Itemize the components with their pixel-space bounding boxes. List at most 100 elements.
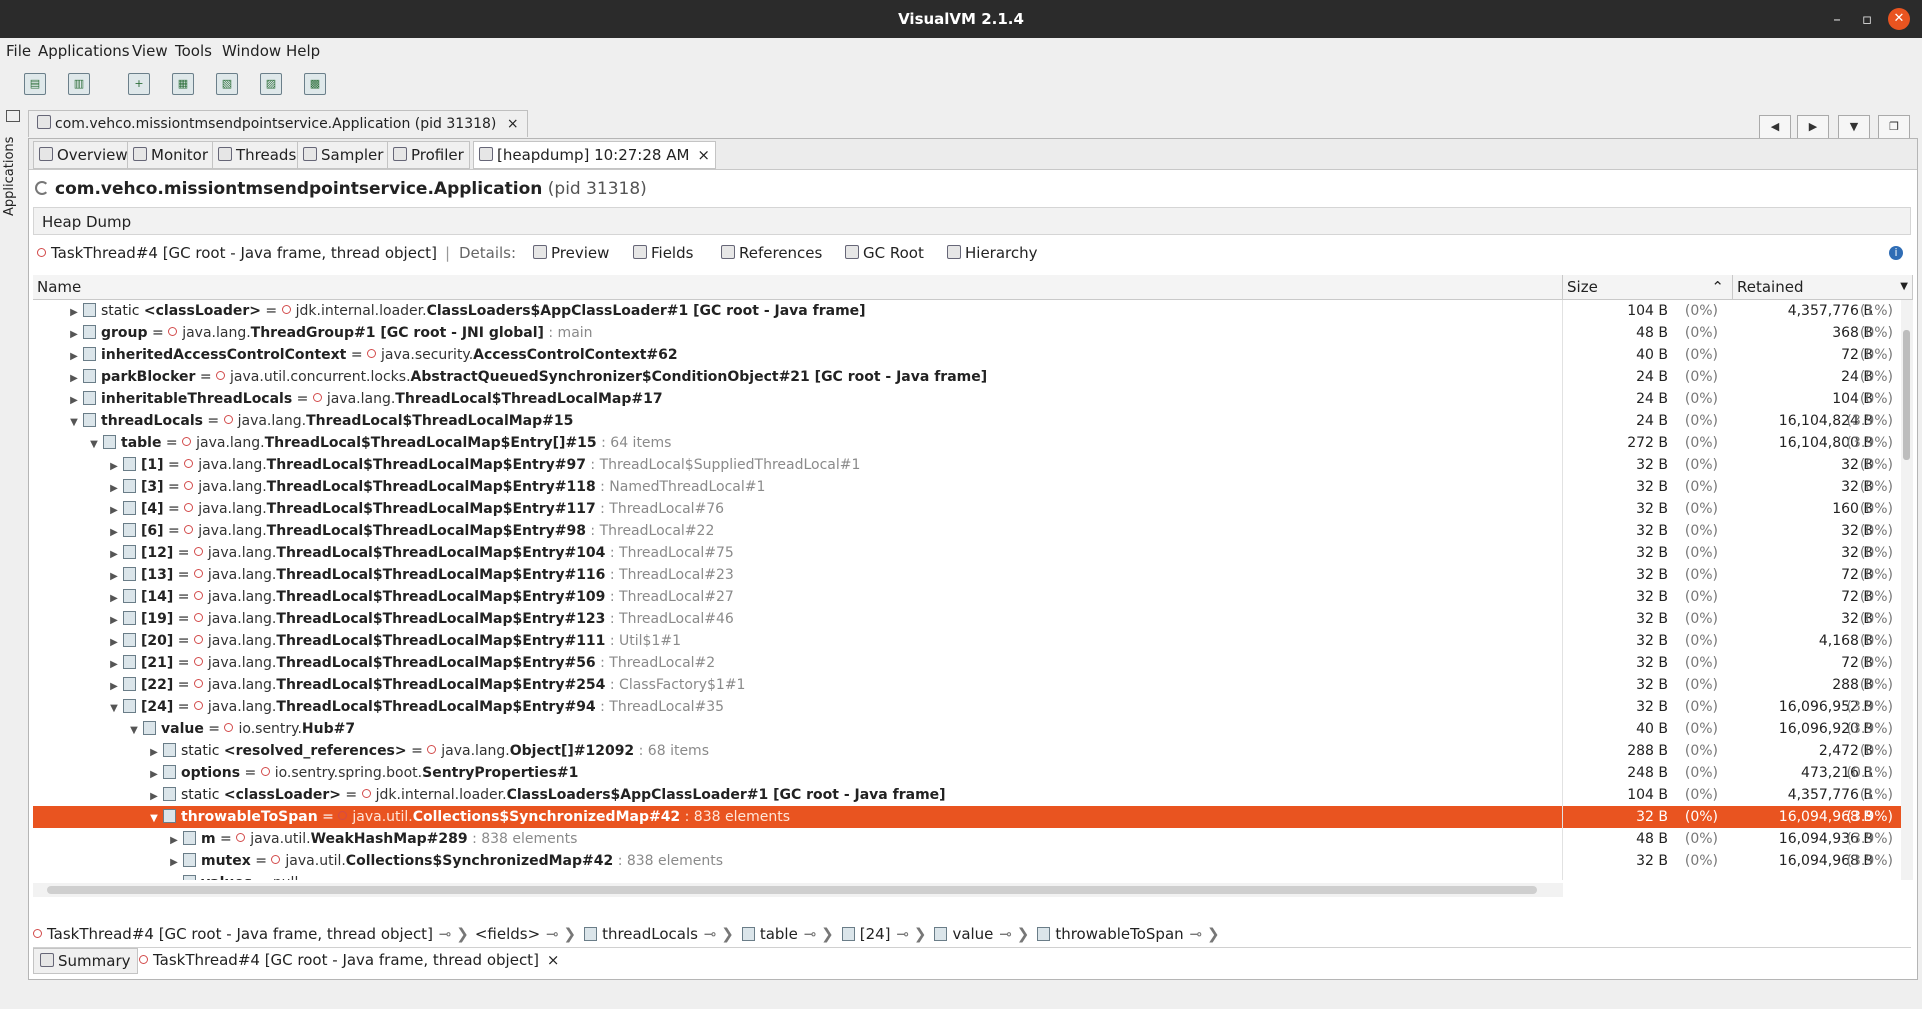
table-row[interactable]: ▶static <classLoader> = jdk.internal.loa… [33,784,1903,806]
table-row[interactable]: values = null-- [33,872,1903,880]
table-row[interactable]: ▼[24] = java.lang.ThreadLocal$ThreadLoca… [33,696,1903,718]
expand-toggle-icon[interactable]: ▼ [107,698,121,718]
expand-toggle-icon[interactable]: ▶ [107,588,121,608]
expand-toggle-icon[interactable]: ▶ [107,456,121,476]
menu-view[interactable]: View [132,42,168,60]
menu-window[interactable]: Window [222,42,281,60]
document-tab[interactable]: com.vehco.missiontmsendpointservice.Appl… [28,110,528,137]
breadcrumb-item[interactable]: value [932,923,993,945]
breadcrumb-item[interactable]: <fields> [475,923,540,945]
gc-root-button[interactable]: GC Root [845,239,924,267]
expand-toggle-icon[interactable]: ▶ [67,324,81,344]
restore-window-icon[interactable]: ❐ [1878,115,1910,139]
save-icon[interactable]: ▥ [68,73,90,95]
references-button[interactable]: References [721,239,822,267]
table-row[interactable]: ▶[12] = java.lang.ThreadLocal$ThreadLoca… [33,542,1903,564]
breadcrumb-item[interactable]: [24] [840,923,891,945]
breadcrumb-item[interactable]: table [740,923,798,945]
menu-tools[interactable]: Tools [175,42,212,60]
table-row[interactable]: ▶[6] = java.lang.ThreadLocal$ThreadLocal… [33,520,1903,542]
table-row[interactable]: ▶mutex = java.util.Collections$Synchroni… [33,850,1903,872]
expand-toggle-icon[interactable]: ▶ [147,786,161,806]
tab-monitor[interactable]: Monitor [127,141,214,169]
thread-dump-icon[interactable]: ▧ [216,73,238,95]
expand-toggle-icon[interactable]: ▶ [67,368,81,388]
tab-threads[interactable]: Threads [212,141,302,169]
table-row[interactable]: ▶static <resolved_references> = java.lan… [33,740,1903,762]
scroll-right-icon[interactable]: ▶ [1797,115,1829,139]
breadcrumb-item[interactable]: throwableToSpan [1035,923,1183,945]
table-row[interactable]: ▶[14] = java.lang.ThreadLocal$ThreadLoca… [33,586,1903,608]
table-row[interactable]: ▶[21] = java.lang.ThreadLocal$ThreadLoca… [33,652,1903,674]
table-row[interactable]: ▼throwableToSpan = java.util.Collections… [33,806,1903,828]
tab-overview[interactable]: Overview [33,141,134,169]
expand-toggle-icon[interactable]: ▶ [107,610,121,630]
expand-toggle-icon[interactable]: ▶ [107,522,121,542]
close-object-tab-icon[interactable]: × [547,951,560,969]
add-jmx-icon[interactable]: + [128,73,150,95]
open-icon[interactable]: ▤ [24,73,46,95]
expand-toggle-icon[interactable]: ▶ [67,390,81,410]
horizontal-scroll-thumb[interactable] [47,886,1537,894]
table-row[interactable]: ▶static <classLoader> = jdk.internal.loa… [33,300,1903,322]
expand-toggle-icon[interactable]: ▶ [107,544,121,564]
preview-button[interactable]: Preview [533,239,609,267]
table-row[interactable]: ▶[19] = java.lang.ThreadLocal$ThreadLoca… [33,608,1903,630]
table-row[interactable]: ▶[4] = java.lang.ThreadLocal$ThreadLocal… [33,498,1903,520]
core-dump-icon[interactable]: ▩ [304,73,326,95]
column-retained[interactable]: Retained▼ [1733,275,1913,299]
column-name[interactable]: Name [33,275,1563,299]
table-row[interactable]: ▶[20] = java.lang.ThreadLocal$ThreadLoca… [33,630,1903,652]
expand-toggle-icon[interactable]: ▶ [107,478,121,498]
scroll-left-icon[interactable]: ◀ [1759,115,1791,139]
expand-toggle-icon[interactable]: ▶ [107,676,121,696]
horizontal-scrollbar[interactable] [33,883,1563,897]
tab-heapdump[interactable]: [heapdump] 10:27:28 AM× [473,141,716,169]
column-menu-icon[interactable]: ▼ [1900,275,1908,299]
menu-file[interactable]: File [6,42,31,60]
expand-toggle-icon[interactable]: ▶ [167,852,181,872]
info-icon[interactable]: i [1889,246,1903,260]
tab-profiler[interactable]: Profiler [387,141,470,169]
expand-toggle-icon[interactable]: ▼ [67,412,81,432]
table-row[interactable]: ▼table = java.lang.ThreadLocal$ThreadLoc… [33,432,1903,454]
table-row[interactable]: ▶parkBlocker = java.util.concurrent.lock… [33,366,1903,388]
menu-applications[interactable]: Applications [38,42,130,60]
close-icon[interactable]: ✕ [1888,8,1910,30]
object-tab[interactable]: TaskThread#4 [GC root - Java frame, thre… [133,948,566,972]
maximize-icon[interactable]: ▫ [1856,8,1878,30]
expand-toggle-icon[interactable]: ▼ [127,720,141,740]
expand-toggle-icon[interactable]: ▼ [87,434,101,454]
tab-sampler[interactable]: Sampler [297,141,389,169]
summary-tab[interactable]: Summary [33,948,138,974]
close-tab-icon[interactable]: × [507,116,519,132]
minimize-icon[interactable]: – [1826,8,1848,30]
expand-toggle-icon[interactable]: ▶ [167,830,181,850]
expand-toggle-icon[interactable]: ▼ [147,808,161,828]
expand-toggle-icon[interactable]: ▶ [147,764,161,784]
menu-help[interactable]: Help [286,42,320,60]
breadcrumb-item[interactable]: TaskThread#4 [GC root - Java frame, thre… [33,923,433,945]
close-heapdump-tab-icon[interactable]: × [697,146,710,164]
tab-list-icon[interactable]: ▼ [1838,115,1870,139]
applications-side-tab[interactable]: Applications [2,137,17,216]
expand-toggle-icon[interactable]: ▶ [67,302,81,322]
table-row[interactable]: ▶[1] = java.lang.ThreadLocal$ThreadLocal… [33,454,1903,476]
table-row[interactable]: ▶inheritableThreadLocals = java.lang.Thr… [33,388,1903,410]
fields-button[interactable]: Fields [633,239,693,267]
table-row[interactable]: ▶inheritedAccessControlContext = java.se… [33,344,1903,366]
vertical-scroll-thumb[interactable] [1903,330,1910,460]
table-row[interactable]: ▶m = java.util.WeakHashMap#289 : 838 ele… [33,828,1903,850]
restore-icon[interactable] [6,110,20,122]
expand-toggle-icon[interactable]: ▶ [107,566,121,586]
expand-toggle-icon[interactable]: ▶ [67,346,81,366]
table-row[interactable]: ▶options = io.sentry.spring.boot.SentryP… [33,762,1903,784]
hierarchy-button[interactable]: Hierarchy [947,239,1038,267]
snapshot-icon[interactable]: ▨ [260,73,282,95]
expand-toggle-icon[interactable]: ▶ [107,632,121,652]
heap-dump-icon[interactable]: ▦ [172,73,194,95]
table-row[interactable]: ▼value = io.sentry.Hub#740 B(0%)16,096,9… [33,718,1903,740]
expand-toggle-icon[interactable]: ▶ [147,742,161,762]
vertical-scrollbar[interactable] [1901,300,1913,880]
table-row[interactable]: ▶[22] = java.lang.ThreadLocal$ThreadLoca… [33,674,1903,696]
